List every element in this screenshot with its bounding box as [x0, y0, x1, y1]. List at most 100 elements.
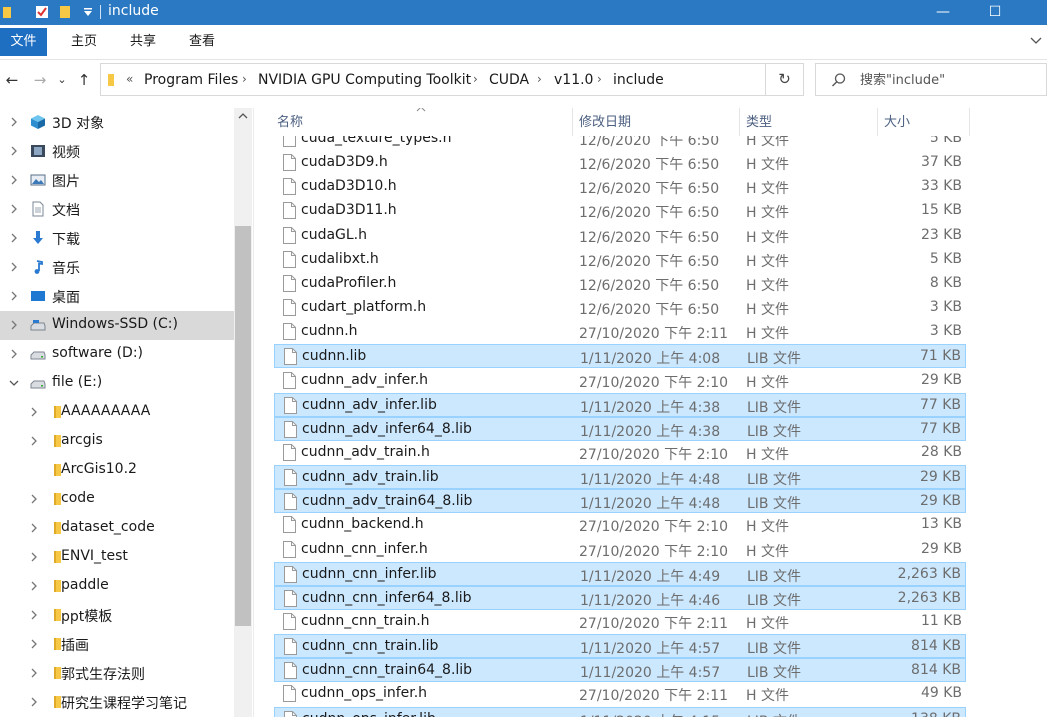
sidebar-item[interactable]: 3D 对象 [0, 108, 234, 137]
file-row[interactable]: cudnn_adv_infer.h 27/10/2020 下午 2:10 H 文件 2… [274, 369, 966, 393]
file-name[interactable]: cudaD3D9.h [301, 154, 388, 170]
new-folder-icon[interactable] [58, 4, 74, 20]
breadcrumb-program-files[interactable]: Program Files [144, 72, 238, 88]
up-button[interactable]: ↑ [74, 69, 94, 91]
sidebar-item[interactable]: software (D:) [0, 340, 234, 369]
tab-view[interactable]: 查看 [189, 31, 215, 53]
tab-file[interactable]: 文件 [0, 28, 47, 56]
file-row[interactable]: cudnn_adv_train.lib 1/11/2020 上午 4:48 LIB … [274, 465, 966, 490]
minimize-button[interactable]: — [918, 0, 968, 25]
back-button[interactable]: ← [2, 69, 22, 91]
sidebar-item[interactable]: 视频 [0, 137, 234, 166]
search-box[interactable] [815, 63, 1047, 96]
scrollbar-thumb[interactable] [235, 226, 251, 626]
file-name[interactable]: cudart_platform.h [301, 299, 426, 315]
sidebar-item[interactable]: code [0, 485, 234, 514]
maximize-button[interactable]: ☐ [970, 0, 1020, 25]
file-row[interactable]: cudnn_cnn_infer64_8.lib 1/11/2020 上午 4:46… [274, 585, 966, 610]
file-name[interactable]: cudaD3D11.h [301, 202, 397, 218]
file-name[interactable]: cudaD3D10.h [301, 178, 397, 194]
column-type[interactable]: 类型 [740, 108, 878, 136]
chevron-right-icon[interactable] [9, 173, 19, 187]
file-row[interactable]: cudnn_adv_infer64_8.lib 1/11/2020 上午 4:38… [274, 416, 966, 441]
chevron-right-icon[interactable] [9, 260, 19, 274]
sidebar-item[interactable]: 音乐 [0, 253, 234, 282]
sidebar-item[interactable]: AAAAAAAAA [0, 398, 234, 427]
file-name[interactable]: cudnn_cnn_train.h [301, 613, 430, 629]
breadcrumb-cuda[interactable]: CUDA [489, 72, 529, 88]
recent-locations-button[interactable]: ⌄ [52, 69, 72, 91]
file-row[interactable]: cudnn_cnn_train64_8.lib 1/11/2020 上午 4:57… [274, 658, 966, 683]
sidebar-item[interactable]: 桌面 [0, 282, 234, 311]
file-name[interactable]: cudalibxt.h [301, 251, 379, 267]
customize-toolbar-icon[interactable] [80, 4, 96, 20]
chevron-right-icon[interactable] [29, 666, 39, 680]
file-row[interactable]: cudalibxt.h 12/6/2020 下午 6:50 H 文件 5 KB [274, 248, 966, 272]
search-input[interactable] [860, 70, 1040, 90]
file-row[interactable]: cudnn_adv_train64_8.lib 1/11/2020 上午 4:48… [274, 489, 966, 514]
sidebar-item[interactable]: 郭式生存法则 [0, 659, 234, 688]
breadcrumb-nvidia-toolkit[interactable]: NVIDIA GPU Computing Toolkit [258, 72, 471, 88]
chevron-right-icon[interactable] [9, 318, 19, 332]
expand-ribbon-icon[interactable] [1030, 36, 1042, 46]
file-name[interactable]: cudnn.lib [302, 348, 366, 364]
file-row[interactable]: cudnn_cnn_infer.h 27/10/2020 下午 2:10 H 文件 2… [274, 538, 966, 562]
sidebar-item[interactable]: ppt模板 [0, 601, 234, 630]
navigation-pane-scrollbar[interactable] [234, 108, 252, 717]
file-row[interactable]: cudnn.h 27/10/2020 下午 2:11 H 文件 3 KB [274, 320, 966, 344]
file-name[interactable]: cudaProfiler.h [301, 275, 396, 291]
file-name[interactable]: cudnn_adv_train.lib [302, 469, 439, 485]
file-name[interactable]: cudnn_adv_infer.lib [302, 397, 437, 413]
file-name[interactable]: cudnn_cnn_train.lib [302, 638, 438, 654]
file-row[interactable]: cudaD3D11.h 12/6/2020 下午 6:50 H 文件 15 KB [274, 199, 966, 223]
sidebar-item[interactable]: 图片 [0, 166, 234, 195]
column-size[interactable]: 大小 [878, 108, 970, 136]
column-date-modified[interactable]: 修改日期 [573, 108, 740, 136]
sidebar-item[interactable]: 插画 [0, 630, 234, 659]
file-name[interactable]: cudnn_adv_train64_8.lib [302, 493, 472, 509]
sidebar-item[interactable]: arcgis [0, 427, 234, 456]
chevron-right-icon[interactable] [29, 521, 39, 535]
scroll-up-icon[interactable] [238, 112, 248, 120]
breadcrumb-v11[interactable]: v11.0 [554, 72, 593, 88]
chevron-right-icon[interactable] [9, 289, 19, 303]
chevron-right-icon[interactable] [29, 492, 39, 506]
file-row[interactable]: cudart_platform.h 12/6/2020 下午 6:50 H 文件 3 … [274, 296, 966, 320]
file-name[interactable]: cudnn_adv_infer.h [301, 372, 428, 388]
refresh-button[interactable]: ↻ [766, 63, 804, 96]
file-name[interactable]: cudnn_adv_infer64_8.lib [302, 421, 472, 437]
sidebar-item[interactable]: 文档 [0, 195, 234, 224]
file-name[interactable]: cudnn.h [301, 323, 358, 339]
breadcrumb-include[interactable]: include [613, 72, 664, 88]
file-name[interactable]: cudnn_cnn_infer.h [301, 541, 428, 557]
file-row[interactable]: cudnn_cnn_train.h 27/10/2020 下午 2:11 H 文件 1… [274, 610, 966, 634]
chevron-right-icon[interactable] [29, 695, 39, 709]
file-name[interactable]: cudnn_cnn_infer.lib [302, 566, 437, 582]
breadcrumb-separator[interactable]: › [473, 72, 478, 86]
tab-share[interactable]: 共享 [130, 31, 156, 53]
breadcrumb-separator[interactable]: › [537, 72, 542, 86]
file-row[interactable]: cudnn_adv_infer.lib 1/11/2020 上午 4:38 LIB … [274, 392, 966, 417]
folder-icon[interactable] [2, 4, 18, 20]
address-bar[interactable]: « Program Files › NVIDIA GPU Computing T… [100, 63, 852, 96]
chevron-right-icon[interactable] [29, 608, 39, 622]
chevron-right-icon[interactable] [29, 405, 39, 419]
chevron-right-icon[interactable] [29, 637, 39, 651]
column-name[interactable]: 名称 [271, 108, 573, 136]
breadcrumb-separator[interactable]: › [597, 72, 602, 86]
chevron-right-icon[interactable] [9, 115, 19, 129]
chevron-right-icon[interactable] [9, 347, 19, 361]
file-row[interactable]: cudnn_backend.h 27/10/2020 下午 2:10 H 文件 13 … [274, 513, 966, 537]
chevron-right-icon[interactable] [9, 144, 19, 158]
sidebar-item[interactable]: ENVI_test [0, 543, 234, 572]
file-name[interactable]: cudnn_adv_train.h [301, 444, 430, 460]
file-name[interactable]: cudnn_ops_infer.h [301, 685, 427, 701]
file-name[interactable]: cudnn_cnn_train64_8.lib [302, 662, 472, 678]
breadcrumb-overflow[interactable]: « [126, 72, 133, 86]
file-row[interactable]: cudaProfiler.h 12/6/2020 下午 6:50 H 文件 8 KB [274, 272, 966, 296]
file-row[interactable]: cudnn_cnn_infer.lib 1/11/2020 上午 4:49 LIB … [274, 561, 966, 586]
file-name[interactable]: cudnn_cnn_infer64_8.lib [302, 590, 472, 606]
sidebar-item[interactable]: ArcGis10.2 [0, 456, 234, 485]
file-name[interactable]: cudnn_ops_infer.lib [302, 711, 436, 717]
properties-icon[interactable] [34, 4, 50, 20]
